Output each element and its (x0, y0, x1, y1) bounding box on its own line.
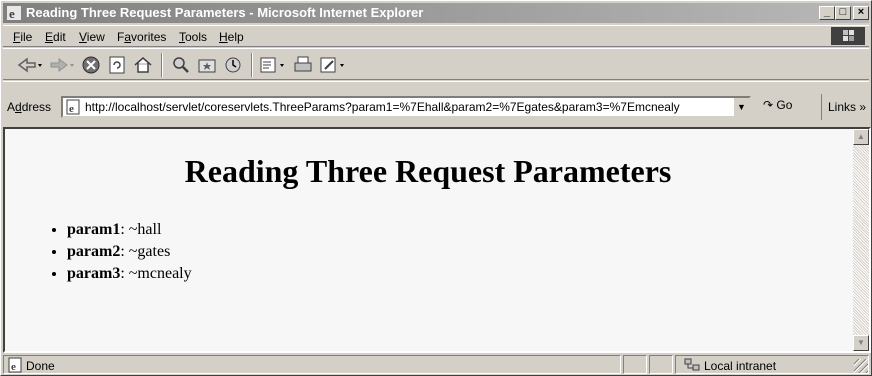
status-panel (649, 355, 673, 374)
menu-file[interactable]: File (13, 30, 32, 44)
close-button[interactable]: × (853, 6, 869, 20)
windows-logo-icon (831, 27, 865, 45)
menu-view[interactable]: View (79, 30, 105, 44)
page-done-icon: e (8, 357, 22, 373)
toolbar-separator (251, 53, 253, 77)
toolbar-separator (161, 53, 163, 77)
list-item: param3: ~mcnealy (67, 263, 192, 285)
address-url: http://localhost/servlet/coreservlets.Th… (85, 100, 680, 114)
menu-favorites[interactable]: Favorites (117, 30, 166, 44)
history-icon[interactable] (223, 55, 243, 75)
window-title: Reading Three Request Parameters - Micro… (26, 5, 424, 20)
stop-icon[interactable] (81, 55, 101, 75)
status-bar: e Done Local intranet (3, 355, 869, 375)
standard-toolbar (3, 48, 869, 80)
print-icon[interactable] (293, 55, 313, 75)
scroll-down-button[interactable]: ▼ (853, 335, 869, 351)
page-content: Reading Three Request Parameters param1:… (3, 127, 871, 353)
links-button[interactable]: Links » (821, 94, 866, 120)
vertical-scrollbar[interactable]: ▲ ▼ (853, 129, 869, 351)
favorites-icon[interactable] (197, 55, 217, 75)
status-main: e Done (3, 355, 621, 374)
home-icon[interactable] (133, 55, 153, 75)
intranet-icon (684, 358, 700, 371)
refresh-icon[interactable] (107, 55, 127, 75)
resize-grip[interactable] (854, 359, 868, 373)
menu-bar: File Edit View Favorites Tools Help (3, 25, 869, 47)
status-panel (623, 355, 647, 374)
edit-icon[interactable] (319, 55, 347, 75)
menu-help[interactable]: Help (219, 30, 244, 44)
svg-text:e: e (11, 361, 16, 373)
go-button[interactable]: ↷ Go (763, 98, 792, 112)
menu-edit[interactable]: Edit (45, 30, 66, 44)
menu-tools[interactable]: Tools (179, 30, 207, 44)
svg-text:e: e (9, 6, 15, 21)
forward-icon[interactable] (49, 55, 75, 75)
status-text: Done (26, 359, 55, 373)
scroll-up-button[interactable]: ▲ (853, 129, 869, 145)
list-item: param1: ~hall (67, 219, 192, 241)
zone-text: Local intranet (704, 359, 777, 373)
back-icon[interactable] (17, 55, 43, 75)
mail-icon[interactable] (259, 55, 287, 75)
svg-text:e: e (69, 103, 74, 115)
page-heading: Reading Three Request Parameters (184, 153, 672, 189)
maximize-button[interactable]: □ (835, 6, 851, 20)
go-arrow-icon: ↷ (763, 98, 774, 112)
address-label: Address (7, 100, 52, 114)
ie-logo-icon: e (7, 6, 21, 21)
address-input[interactable]: e http://localhost/servlet/coreservlets.… (61, 96, 751, 118)
list-item: param2: ~gates (67, 241, 192, 263)
param-list: param1: ~hall param2: ~gates param3: ~mc… (45, 219, 192, 285)
address-dropdown-button[interactable]: ▼ (733, 98, 749, 116)
browser-window: e Reading Three Request Parameters - Mic… (0, 0, 872, 376)
address-bar: Address e http://localhost/servlet/cores… (3, 81, 869, 125)
page-icon: e (66, 99, 80, 115)
title-bar[interactable]: e Reading Three Request Parameters - Mic… (3, 3, 869, 23)
zone-panel: Local intranet (675, 355, 869, 374)
minimize-button[interactable]: _ (819, 6, 835, 20)
search-icon[interactable] (171, 55, 191, 75)
